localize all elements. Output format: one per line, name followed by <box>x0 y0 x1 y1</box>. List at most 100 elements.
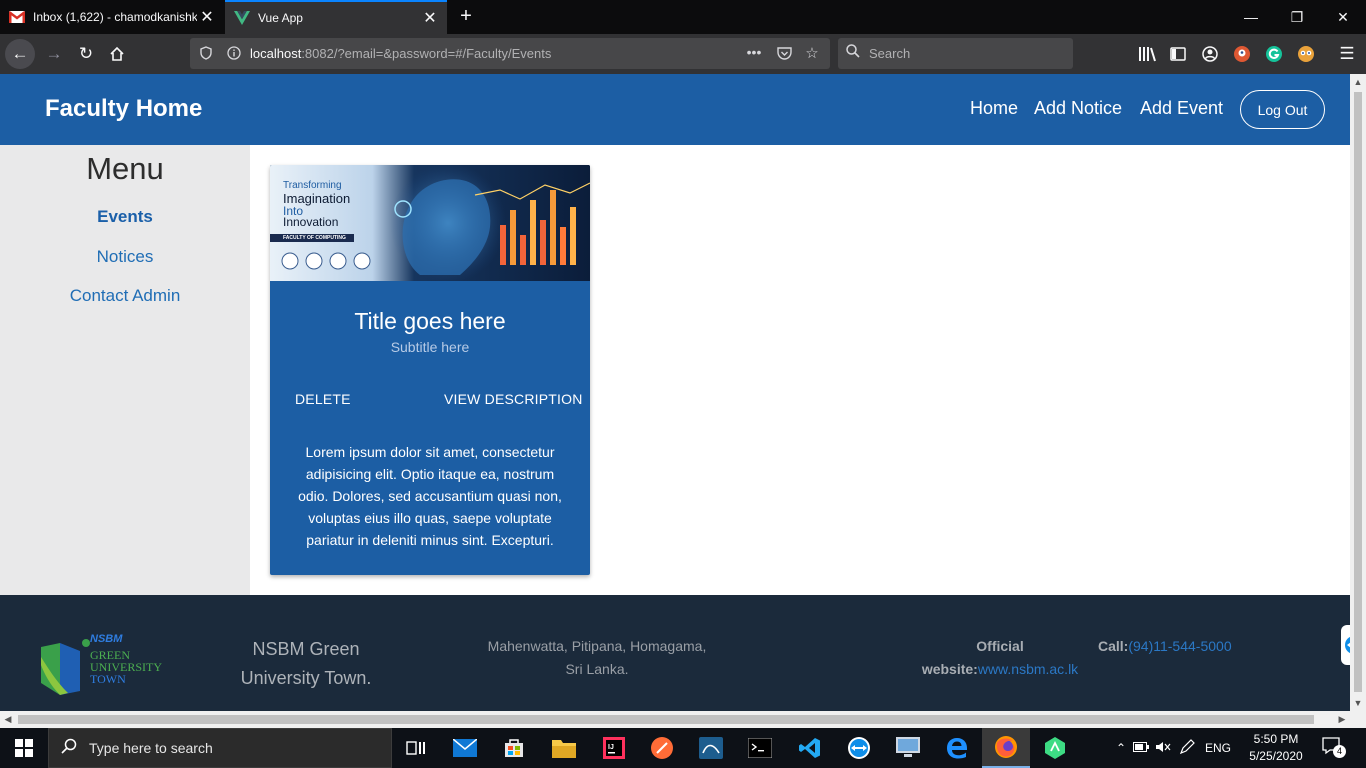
brand-title[interactable]: Faculty Home <box>45 95 202 123</box>
hamburger-menu-icon[interactable]: ☰ <box>1337 44 1357 64</box>
info-icon[interactable] <box>226 45 242 61</box>
sidebar-item-events[interactable]: Events <box>0 207 250 227</box>
minimize-icon[interactable]: — <box>1228 0 1274 34</box>
system-tray: ⌃ ENG <box>1112 728 1236 768</box>
search-icon <box>846 44 860 61</box>
logo-nsbm-text: NSBM <box>90 633 123 645</box>
logout-button[interactable]: Log Out <box>1240 90 1325 129</box>
edge-icon[interactable] <box>933 728 981 768</box>
tab-title: Vue App <box>258 11 303 25</box>
app-header: Faculty Home Home Add Notice Add Event L… <box>0 74 1350 145</box>
tab-vue-app[interactable]: Vue App ✕ <box>225 0 447 34</box>
sidebar-toggle-icon[interactable] <box>1168 44 1188 64</box>
browser-tab-strip: Inbox (1,622) - chamodkanishka ✕ Vue App… <box>0 0 1366 34</box>
footer-phone: Call:(94)11-544-5000 <box>1098 638 1232 654</box>
tab-gmail-inbox[interactable]: Inbox (1,622) - chamodkanishka ✕ <box>0 0 224 34</box>
terminal-icon[interactable] <box>736 728 784 768</box>
nav-add-notice-link[interactable]: Add Notice <box>1034 98 1122 119</box>
event-card: Transforming Imagination Into Innovation… <box>270 165 590 575</box>
sidebar-item-contact-admin[interactable]: Contact Admin <box>0 286 250 306</box>
home-icon[interactable] <box>102 39 132 69</box>
nav-add-event-link[interactable]: Add Event <box>1140 98 1223 119</box>
volume-muted-icon[interactable] <box>1152 741 1174 756</box>
footer-address: Mahenwatta, Pitipana, Homagama, Sri Lank… <box>487 638 707 677</box>
footer-phone-link[interactable]: (94)11-544-5000 <box>1128 638 1231 654</box>
search-placeholder: Search <box>869 46 911 61</box>
event-banner-image: Transforming Imagination Into Innovation… <box>270 165 590 281</box>
banner-tag: FACULTY OF COMPUTING <box>283 235 346 241</box>
remote-desktop-icon[interactable] <box>884 728 932 768</box>
shield-icon[interactable] <box>198 45 214 61</box>
scroll-up-icon[interactable]: ▲ <box>1350 74 1366 90</box>
banner-line1: Transforming <box>283 180 342 191</box>
page-actions-icon[interactable]: ••• <box>746 44 762 60</box>
taskbar-search-box[interactable]: Type here to search <box>48 728 392 768</box>
task-view-icon[interactable] <box>392 728 440 768</box>
svg-text:IJ: IJ <box>608 744 614 751</box>
url-text: localhost:8082/?email=&password=#/Facult… <box>250 46 552 61</box>
mysql-workbench-icon[interactable] <box>687 728 735 768</box>
vue-icon <box>234 10 250 26</box>
close-window-icon[interactable]: ✕ <box>1320 0 1366 34</box>
tab-title: Inbox (1,622) - chamodkanishka <box>33 10 197 24</box>
logo-town-text: TOWN <box>90 672 126 686</box>
windows-start-icon[interactable] <box>0 728 48 768</box>
microsoft-store-icon[interactable] <box>490 728 538 768</box>
notification-center-icon[interactable]: 4 <box>1322 737 1346 759</box>
mail-app-icon[interactable] <box>441 728 489 768</box>
library-icon[interactable] <box>1137 44 1157 64</box>
page-viewport: Faculty Home Home Add Notice Add Event L… <box>0 74 1350 711</box>
notification-count-badge: 4 <box>1333 745 1346 758</box>
search-icon <box>49 738 89 759</box>
browser-nav-bar: ← → ↻ localhost:8082/?email=&password=#/… <box>0 34 1366 74</box>
reload-icon[interactable]: ↻ <box>71 39 101 69</box>
pen-ink-icon[interactable] <box>1174 738 1200 758</box>
sidebar-item-notices[interactable]: Notices <box>0 247 250 267</box>
intellij-idea-icon[interactable]: IJ <box>590 728 638 768</box>
footer-website-link[interactable]: www.nsbm.ac.lk <box>978 661 1078 677</box>
system-clock[interactable]: 5:50 PM 5/25/2020 <box>1246 731 1306 765</box>
show-hidden-icons-icon[interactable]: ⌃ <box>1112 741 1130 755</box>
footer-website: Official website:www.nsbm.ac.lk <box>921 638 1079 677</box>
battery-icon[interactable] <box>1130 741 1152 755</box>
account-icon[interactable] <box>1200 44 1220 64</box>
windows-taskbar: Type here to search IJ ⌃ ENG 5:50 PM 5/2… <box>0 728 1366 768</box>
close-tab-icon[interactable]: ✕ <box>420 8 440 28</box>
nsbm-logo[interactable]: NSBM GREEN UNIVERSITY TOWN <box>38 633 183 701</box>
bookmark-star-icon[interactable]: ☆ <box>804 45 820 62</box>
close-tab-icon[interactable]: ✕ <box>197 7 217 27</box>
sidebar: Menu Events Notices Contact Admin <box>0 145 250 595</box>
restore-icon[interactable]: ❐ <box>1274 0 1320 34</box>
extension-icon[interactable] <box>1296 44 1316 64</box>
scroll-left-icon[interactable]: ◀ <box>0 711 16 728</box>
browser-search-bar[interactable]: Search <box>838 38 1073 69</box>
card-title: Title goes here <box>354 308 506 334</box>
firefox-icon[interactable] <box>982 728 1030 768</box>
nav-home-link[interactable]: Home <box>970 98 1018 119</box>
grammarly-extension-icon[interactable] <box>1264 44 1284 64</box>
new-tab-icon[interactable]: + <box>455 4 477 28</box>
android-studio-icon[interactable] <box>1031 728 1079 768</box>
gmail-icon <box>9 9 25 25</box>
vscode-icon[interactable] <box>786 728 834 768</box>
duckduckgo-extension-icon[interactable] <box>1232 44 1252 64</box>
forward-arrow-icon[interactable]: → <box>39 39 69 69</box>
horizontal-scroll-thumb[interactable] <box>18 715 1314 724</box>
view-description-button[interactable]: VIEW DESCRIPTION <box>444 391 583 407</box>
vertical-scrollbar[interactable]: ▲ ▼ <box>1350 74 1366 711</box>
teamviewer-icon[interactable] <box>835 728 883 768</box>
vertical-scroll-thumb[interactable] <box>1354 92 1362 692</box>
scroll-right-icon[interactable]: ▶ <box>1334 711 1350 728</box>
back-arrow-icon[interactable]: ← <box>5 39 35 69</box>
scroll-down-icon[interactable]: ▼ <box>1350 695 1366 711</box>
pocket-icon[interactable] <box>776 45 792 61</box>
url-bar[interactable]: localhost:8082/?email=&password=#/Facult… <box>190 38 830 69</box>
delete-button[interactable]: DELETE <box>295 391 351 407</box>
menu-title: Menu <box>86 151 164 186</box>
footer-university-name: NSBM Green University Town. <box>240 639 372 688</box>
file-explorer-icon[interactable] <box>540 728 588 768</box>
postman-icon[interactable] <box>638 728 686 768</box>
language-indicator[interactable]: ENG <box>1200 741 1236 755</box>
horizontal-scrollbar[interactable]: ◀ ▶ <box>0 711 1366 728</box>
footer: NSBM GREEN UNIVERSITY TOWN NSBM Green Un… <box>0 595 1350 711</box>
